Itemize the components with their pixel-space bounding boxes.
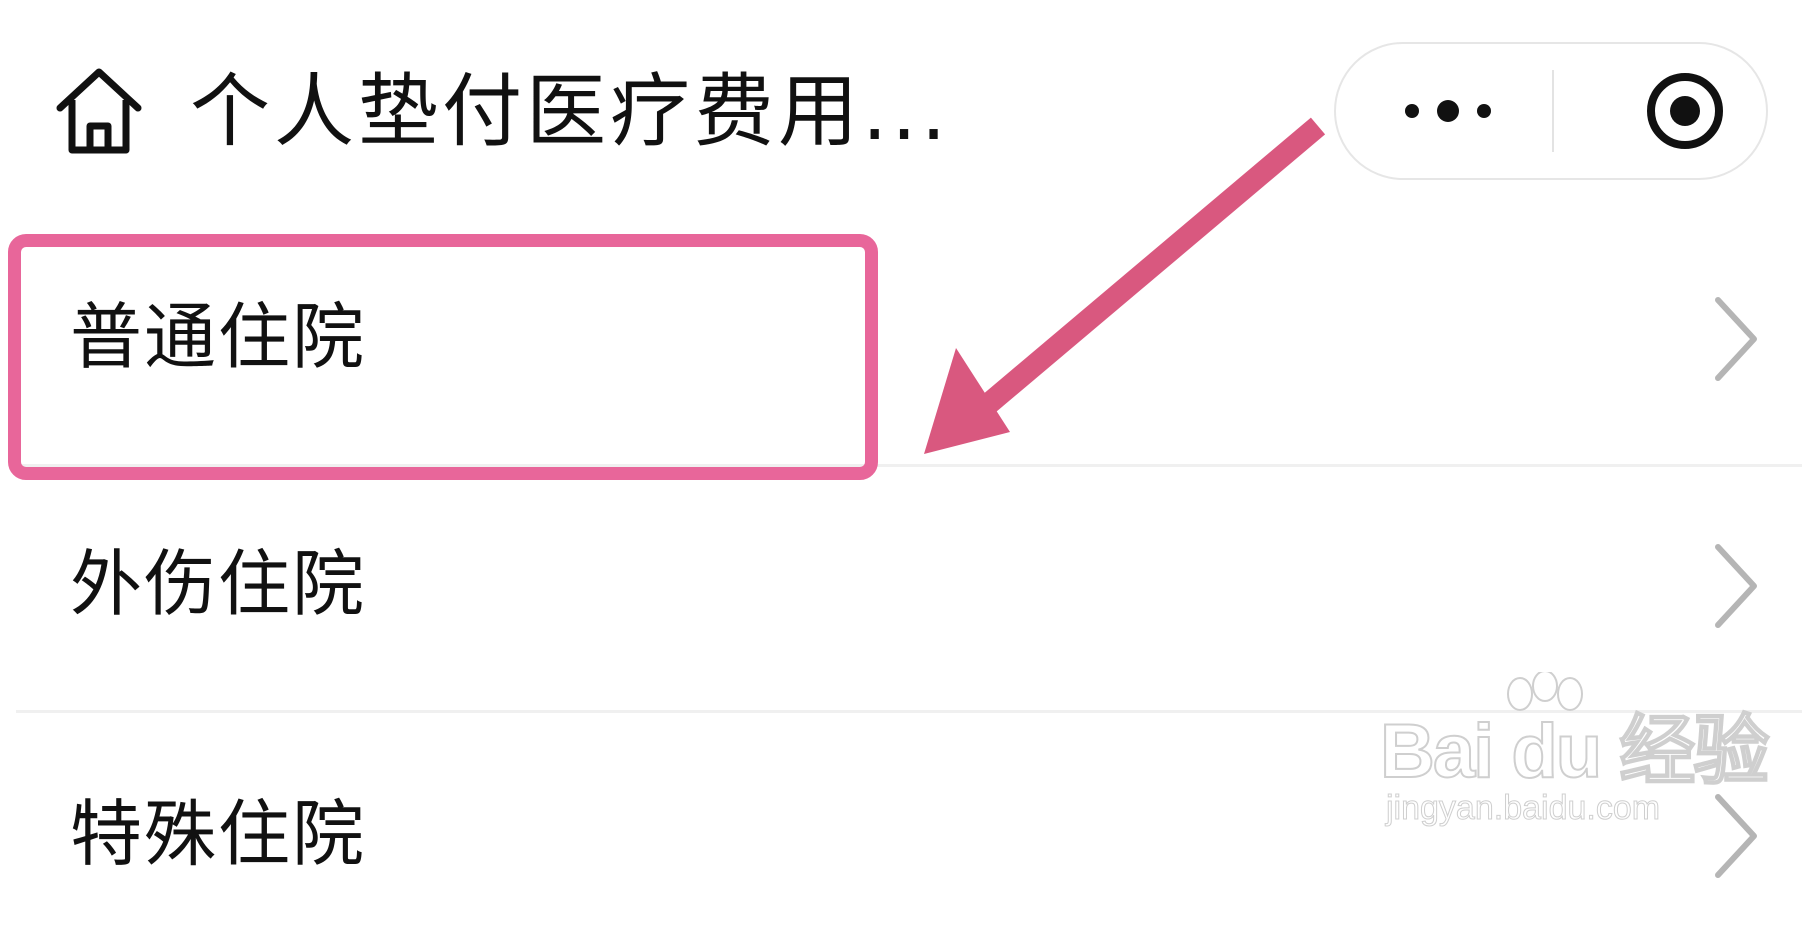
home-button[interactable] xyxy=(52,64,146,158)
miniprogram-capsule xyxy=(1334,42,1768,180)
chevron-right-icon xyxy=(1710,541,1762,631)
navigation-bar: 个人垫付医疗费用... xyxy=(0,0,1802,230)
list-item-trauma-hospitalization[interactable]: 外伤住院 xyxy=(0,467,1802,701)
home-icon xyxy=(56,68,142,154)
list-item-label: 特殊住院 xyxy=(70,792,367,876)
list-item-special-hospitalization[interactable]: 特殊住院 xyxy=(0,713,1802,947)
list-item-ordinary-hospitalization[interactable]: 普通住院 xyxy=(0,230,1802,464)
close-miniprogram-button[interactable] xyxy=(1554,44,1766,178)
page-title: 个人垫付医疗费用... xyxy=(190,65,951,158)
more-dots-icon xyxy=(1405,100,1491,122)
miniprogram-close-icon xyxy=(1647,73,1723,149)
list-item-label: 外伤住院 xyxy=(70,542,367,626)
more-button[interactable] xyxy=(1336,44,1552,178)
chevron-right-icon xyxy=(1710,294,1762,384)
list-item-label: 普通住院 xyxy=(70,295,367,379)
